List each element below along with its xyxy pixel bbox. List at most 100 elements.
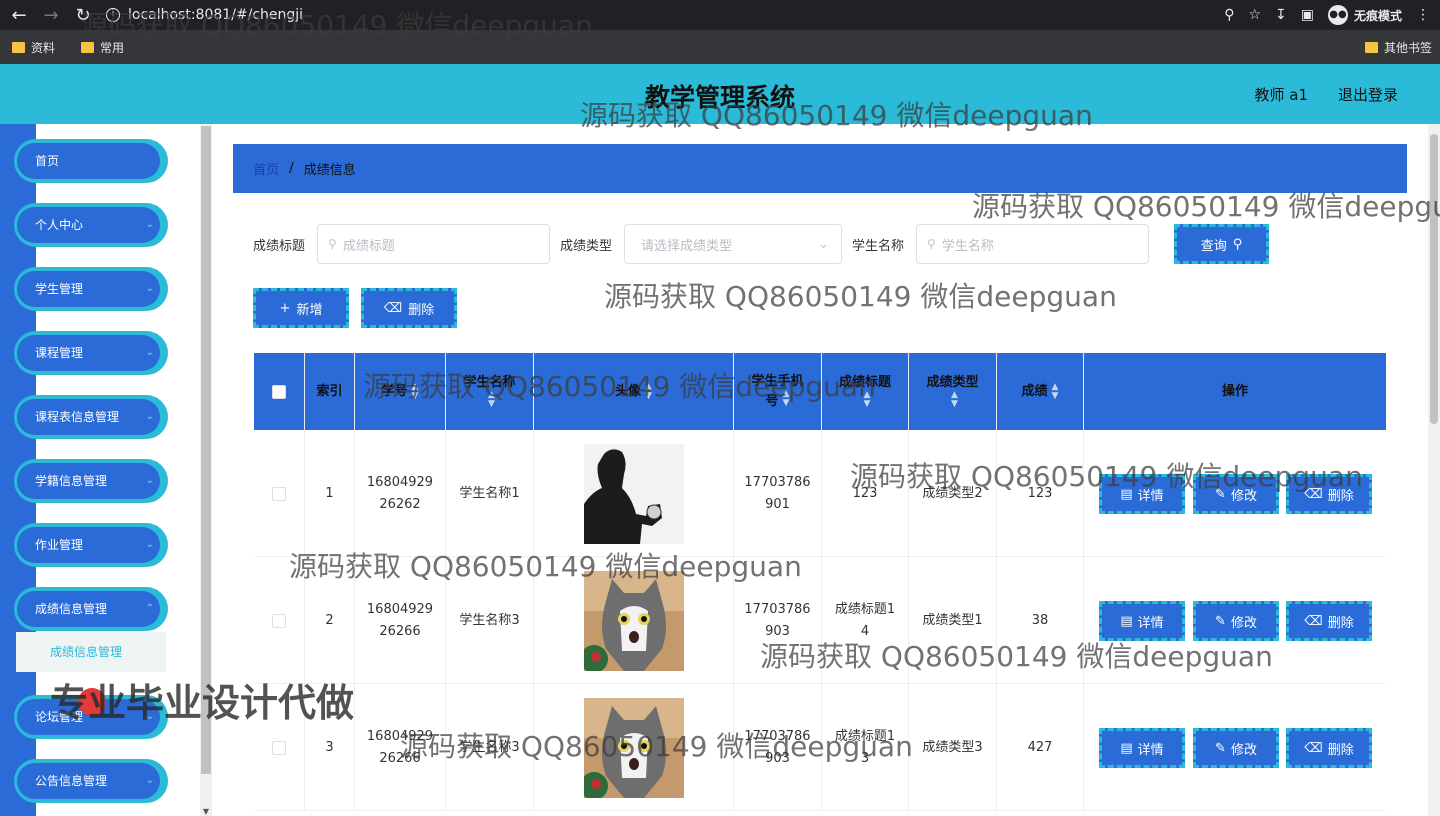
detail-button[interactable]: ▤ 详情 [1099, 474, 1185, 514]
browser-toolbar: ← → ↻ i localhost:8081/#/chengji ⚲ ☆ ↧ ▣… [0, 0, 1440, 30]
sort-icon[interactable]: ▲ ▼ [412, 382, 419, 401]
pencil-icon: ✎ [1215, 613, 1226, 629]
cat-photo[interactable] [583, 570, 684, 671]
cell-phone: 17703786 903 [734, 557, 822, 684]
download-icon[interactable]: ↧ [1275, 7, 1287, 23]
sort-icon[interactable]: ▲ ▼ [488, 391, 495, 409]
other-bookmarks[interactable]: 其他书签 [1364, 39, 1432, 56]
cell-xuehao: 16804929 26262 [355, 430, 446, 557]
sidebar-item-students[interactable]: 学生管理 ⌄ [14, 267, 168, 311]
sidebar-item-homework[interactable]: 作业管理 ⌄ [14, 523, 168, 567]
table-body: 1 16804929 26262 学生名称1 17703786 901 123 成绩… [254, 430, 1386, 816]
search-icon: ⚲ [927, 237, 936, 251]
sort-icon[interactable]: ▲ ▼ [864, 391, 871, 409]
bookmark-folder[interactable]: 常用 [81, 39, 124, 56]
sidebar-item-courses[interactable]: 课程管理 ⌄ [14, 331, 168, 375]
cell-name: 学生名称1 [446, 430, 534, 557]
address-bar[interactable]: i localhost:8081/#/chengji [106, 7, 303, 23]
sidebar-item-grades[interactable]: 成绩信息管理 ⌃ [14, 587, 168, 631]
add-button[interactable]: + 新增 [253, 288, 349, 328]
row-checkbox[interactable] [272, 740, 286, 755]
title-search-input[interactable]: ⚲ 成绩标题 [317, 224, 551, 264]
cat-photo[interactable] [583, 697, 684, 798]
bookmark-folder[interactable]: 资料 [12, 39, 55, 56]
pencil-icon: ✎ [1215, 740, 1226, 756]
query-button[interactable]: 查询 ⚲ [1174, 224, 1269, 264]
edit-button[interactable]: ✎ 修改 [1193, 728, 1279, 768]
sort-icon[interactable]: ▲ ▼ [645, 382, 652, 401]
chevron-down-icon: ⌄ [145, 475, 154, 486]
sort-icon[interactable]: ▲ ▼ [783, 390, 790, 408]
col-index: 索引 [305, 353, 355, 430]
search-icon: ⚲ [1232, 236, 1243, 252]
key-icon[interactable]: ⚲ [1224, 7, 1234, 23]
forward-icon[interactable]: → [42, 5, 60, 26]
col-xuehao[interactable]: 学号 ▲ ▼ [355, 353, 446, 430]
url-text: localhost:8081/#/chengji [128, 7, 304, 23]
incognito-indicator[interactable]: ●● 无痕模式 [1327, 5, 1402, 25]
cell-name: 学生名称3 [446, 684, 534, 811]
detail-button[interactable]: ▤ 详情 [1099, 728, 1185, 768]
col-score[interactable]: 成绩 ▲ ▼ [997, 353, 1084, 430]
col-phone[interactable]: 学生手机号 ▲ ▼ [734, 353, 822, 430]
sidebar-item-home[interactable]: 首页 [14, 139, 168, 183]
app-title: 教学管理系统 [644, 83, 795, 112]
col-score-type[interactable]: 成绩类型 ▲ ▼ [909, 353, 997, 430]
sidebar-item-profile[interactable]: 个人中心 ⌄ [14, 203, 168, 247]
trash-icon: ⌫ [1304, 740, 1323, 756]
table-row: 1 16804929 26262 学生名称1 17703786 901 123 成绩… [254, 430, 1386, 557]
scroll-down-arrow-icon[interactable]: ▼ [200, 807, 212, 816]
edit-button[interactable]: ✎ 修改 [1193, 601, 1279, 641]
select-all-checkbox[interactable] [272, 384, 286, 399]
cell-score: 38 [997, 557, 1084, 684]
sidebar-item-schedule[interactable]: 课程表信息管理 ⌄ [14, 395, 168, 439]
person-photo[interactable] [583, 443, 684, 544]
sort-icon[interactable]: ▲ ▼ [951, 391, 958, 409]
row-checkbox[interactable] [272, 613, 286, 628]
sidebar-item-enrollment[interactable]: 学籍信息管理 ⌄ [14, 459, 168, 503]
cell-xuehao: 16804929 26266 [355, 557, 446, 684]
trash-icon: ⌫ [383, 300, 403, 316]
folder-icon [12, 41, 25, 53]
type-select[interactable]: 请选择成绩类型 ⌄ [624, 224, 843, 264]
sidebar-subitem-grades[interactable]: 成绩信息管理 [16, 632, 166, 672]
delete-button[interactable]: ⌫ 删除 [1286, 601, 1372, 641]
col-name[interactable]: 学生名称 ▲ ▼ [446, 353, 534, 430]
breadcrumb-home[interactable]: 首页 [253, 159, 279, 178]
cell-phone: 17703786 903 [734, 684, 822, 811]
select-all-cell [254, 353, 305, 430]
cell-xuehao: 16804929 26266 [355, 684, 446, 811]
sidepanel-icon[interactable]: ▣ [1301, 7, 1314, 23]
document-icon: ▤ [1120, 486, 1133, 502]
chevron-down-icon: ⌄ [818, 236, 830, 252]
delete-button[interactable]: ⌫ 删除 [1286, 474, 1372, 514]
delete-button[interactable]: ⌫ 删除 [1286, 728, 1372, 768]
col-avatar[interactable]: 头像 ▲ ▼ [534, 353, 734, 430]
table-row: 2 16804929 26266 学生名称3 17703786 903 成绩标题1 4… [254, 557, 1386, 684]
row-checkbox[interactable] [272, 486, 286, 501]
detail-button[interactable]: ▤ 详情 [1099, 601, 1185, 641]
main-scrollbar[interactable] [1428, 124, 1440, 816]
cell-avatar [534, 430, 734, 557]
logout-link[interactable]: 退出登录 [1338, 84, 1398, 105]
batch-delete-button[interactable]: ⌫ 删除 [361, 288, 457, 328]
scrollbar-thumb[interactable] [1430, 134, 1438, 424]
col-score-title[interactable]: 成绩标题 ▲ ▼ [822, 353, 909, 430]
trash-icon: ⌫ [1304, 613, 1323, 629]
cell-score-type: 成绩类型1 [909, 557, 997, 684]
sort-icon[interactable]: ▲ ▼ [1052, 382, 1059, 401]
info-icon[interactable]: i [106, 8, 120, 22]
incognito-icon: ●● [1327, 5, 1348, 25]
chevron-down-icon: ⌄ [145, 347, 154, 358]
reload-icon[interactable]: ↻ [74, 5, 92, 26]
watermark: 源码获取 QQ86050149 微信deepguan [604, 280, 1117, 313]
back-icon[interactable]: ← [10, 5, 28, 26]
sidebar-item-notices[interactable]: 公告信息管理 ⌄ [14, 759, 168, 803]
menu-icon[interactable]: ⋮ [1416, 7, 1430, 23]
star-icon[interactable]: ☆ [1248, 7, 1261, 23]
chevron-down-icon: ⌄ [145, 411, 154, 422]
bookmarks-bar: 资料 常用 其他书签 [0, 30, 1440, 64]
edit-button[interactable]: ✎ 修改 [1193, 474, 1279, 514]
name-search-input[interactable]: ⚲ 学生名称 [916, 224, 1150, 264]
col-actions: 操作 [1221, 384, 1248, 399]
